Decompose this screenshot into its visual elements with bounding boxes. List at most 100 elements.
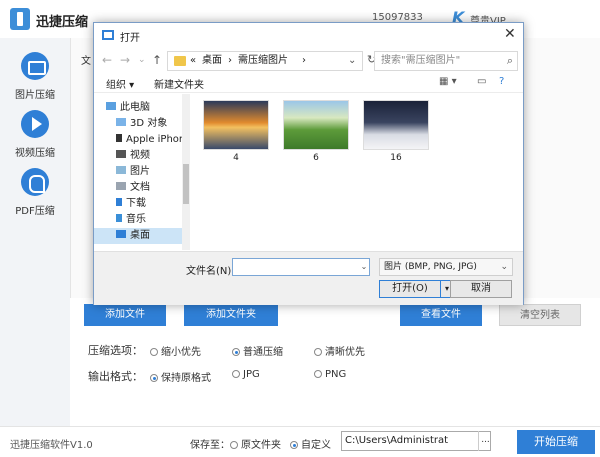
file-column-header: 文 [81,56,91,67]
window-icon [102,30,114,40]
save-custom-option[interactable]: 自定义 [290,436,331,451]
add-file-button[interactable]: 添加文件 [84,304,166,326]
radio-icon [230,441,238,449]
play-icon [21,110,49,138]
save-original-folder-option[interactable]: 原文件夹 [230,436,281,451]
search-input[interactable]: 搜索"需压缩图片" ⌕ [374,51,518,71]
cube-icon [116,118,126,126]
tree-scrollbar[interactable] [182,94,190,250]
clear-list-button[interactable]: 清空列表 [499,304,581,326]
back-arrow-icon[interactable]: ← [102,53,112,67]
image-icon [21,52,49,80]
help-icon[interactable]: ? [499,76,504,87]
recent-dropdown-icon[interactable]: ⌄ [138,55,146,65]
add-folder-button[interactable]: 添加文件夹 [184,304,278,326]
browse-path-button[interactable]: ... [478,431,492,451]
meadow-thumbnail [283,100,349,150]
tree-item-3d-objects[interactable]: 3D 对象 [94,116,182,132]
breadcrumb-separator: › [228,55,232,66]
sidebar-item-label: 视频压缩 [15,148,55,159]
tree-item-music[interactable]: 音乐 [94,212,182,228]
file-grid: 4 6 16 [191,94,523,250]
tree-item-downloads[interactable]: 下载 [94,196,182,212]
radio-selected-icon [290,441,298,449]
search-icon: ⌕ [506,54,513,67]
sidebar-item-image-compress[interactable]: 图片压缩 [0,52,70,112]
file-item[interactable]: 6 [281,100,351,163]
radio-icon [150,348,158,356]
tree-item-videos[interactable]: 视频 [94,148,182,164]
breadcrumb-desktop[interactable]: 桌面 [202,52,222,70]
tree-item-iphone[interactable]: Apple iPhone [94,132,182,148]
file-item[interactable]: 16 [361,100,431,163]
output-path-field[interactable]: C:\Users\Administrat [341,431,491,451]
filename-input[interactable] [232,258,370,276]
app-logo-icon [10,8,30,30]
open-file-dialog: 打开 ✕ ← → ⌄ ↑ « 桌面 › 需压缩图片 › ⌄ ↻ 搜索"需压缩图片… [93,22,524,305]
output-option-keep[interactable]: 保持原格式 [150,369,211,384]
computer-icon [106,102,116,110]
up-arrow-icon[interactable]: ↑ [152,53,162,67]
music-icon [116,214,122,222]
tree-item-desktop[interactable]: 桌面 [94,228,182,244]
sidebar-item-label: 图片压缩 [15,90,55,101]
dialog-title: 打开 [120,33,140,44]
filename-dropdown-icon[interactable]: ⌄ [358,258,370,276]
view-file-button[interactable]: 查看文件 [400,304,482,326]
file-name: 6 [313,153,319,163]
picture-icon [116,166,126,174]
download-icon [116,198,122,206]
tree-item-pictures[interactable]: 图片 [94,164,182,180]
output-option-jpg[interactable]: JPG [232,369,260,380]
sidebar-item-video-compress[interactable]: 视频压缩 [0,110,70,170]
app-title: 迅捷压缩 [36,15,89,30]
radio-icon [314,370,322,378]
filename-label: 文件名(N): [186,266,235,277]
open-button[interactable]: 打开(O) [379,280,441,298]
address-bar[interactable]: « 桌面 › 需压缩图片 › ⌄ [167,51,363,71]
phone-icon [116,134,122,142]
file-name: 4 [233,153,239,163]
compress-option-normal[interactable]: 普通压缩 [232,343,283,358]
chevron-down-icon: ⌄ [500,262,508,272]
new-folder-button[interactable]: 新建文件夹 [154,76,204,91]
radio-selected-icon [232,348,240,356]
close-icon[interactable]: ✕ [504,26,516,42]
sunset-thumbnail [203,100,269,150]
output-option-png[interactable]: PNG [314,369,346,380]
address-dropdown-icon[interactable]: ⌄ [348,52,356,70]
snow-night-thumbnail [363,100,429,150]
pdf-icon [21,168,49,196]
breadcrumb-overflow[interactable]: « [190,52,196,70]
folder-icon [174,56,186,66]
preview-pane-icon[interactable]: ▭ [477,76,486,87]
file-type-filter[interactable]: 图片 (BMP, PNG, JPG) ⌄ [379,258,513,276]
file-item[interactable]: 4 [201,100,271,163]
tree-item-documents[interactable]: 文档 [94,180,182,196]
sidebar-item-pdf-compress[interactable]: PDF压缩 [0,168,70,228]
compress-option-clear[interactable]: 清晰优先 [314,343,365,358]
output-format-label: 输出格式： [88,370,143,383]
dialog-toolbar: 组织 ▾ 新建文件夹 ▦ ▾ ▭ ? [94,73,523,93]
app-version: 迅捷压缩软件V1.0 [10,440,93,451]
scrollbar-thumb[interactable] [183,164,189,204]
navigation-tree: 此电脑 3D 对象 Apple iPhone 视频 图片 文档 下载 音乐 桌面 [94,94,190,250]
dialog-title-bar: 打开 ✕ [94,23,523,49]
view-options-icon[interactable]: ▦ ▾ [439,76,457,87]
start-compress-button[interactable]: 开始压缩 [517,430,595,454]
document-icon [116,182,126,190]
desktop-icon [116,230,126,238]
breadcrumb-folder[interactable]: 需压缩图片 [238,52,288,70]
sidebar: 图片压缩 视频压缩 PDF压缩 [0,38,70,428]
tree-item-this-pc[interactable]: 此电脑 [94,100,182,116]
radio-icon [232,370,240,378]
cancel-button[interactable]: 取消 [450,280,512,298]
organize-menu[interactable]: 组织 ▾ [106,76,134,91]
dialog-bottom-panel: 文件名(N): ⌄ 图片 (BMP, PNG, JPG) ⌄ 打开(O) ▾ 取消 [94,251,523,305]
compress-option-small[interactable]: 缩小优先 [150,343,201,358]
footer-bar: 迅捷压缩软件V1.0 保存至： 原文件夹 自定义 C:\Users\Admini… [0,426,600,457]
forward-arrow-icon[interactable]: → [120,53,130,67]
video-icon [116,150,126,158]
save-to-label: 保存至： [190,440,230,451]
breadcrumb-separator: › [302,55,306,66]
